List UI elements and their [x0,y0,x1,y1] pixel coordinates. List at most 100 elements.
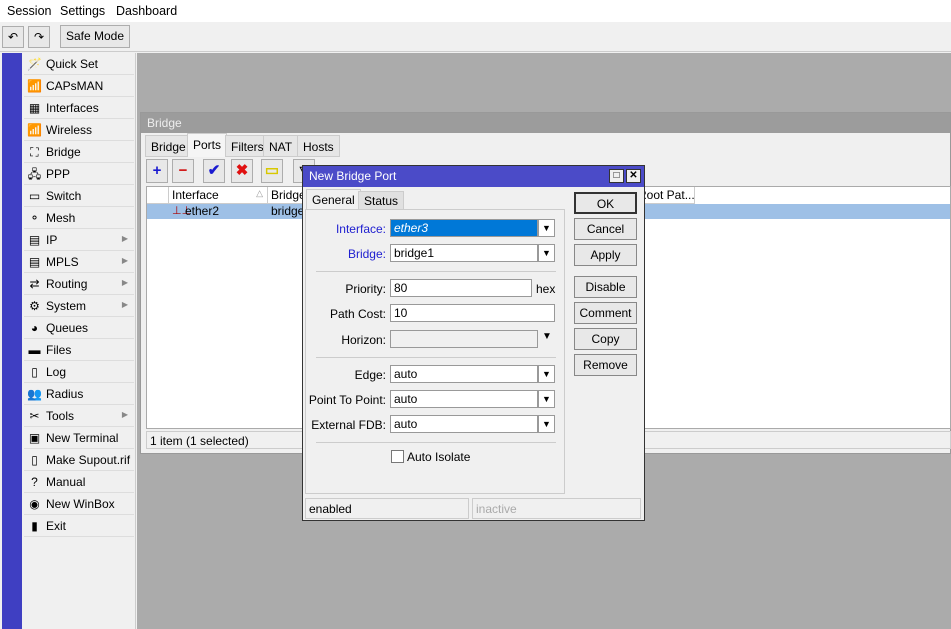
expand-icon[interactable]: ▼ [542,331,552,342]
sidebar-item-bridge[interactable]: ⛶ Bridge [24,141,134,163]
sidebar-item-ppp[interactable]: 🖧 PPP [24,163,134,185]
submenu-arrow-icon: ▶ [121,410,128,419]
sidebar-item-label: Wireless [46,123,93,137]
sidebar-item-wireless[interactable]: 📶 Wireless [24,119,134,141]
menu-dashboard[interactable]: Dashboard [116,4,177,18]
horizon-label: Horizon: [341,333,386,347]
sidebar-item-label: System [46,299,87,313]
sidebar-item-label: MPLS [46,255,79,269]
dropdown-icon[interactable]: ▼ [538,219,555,237]
disable-button[interactable]: Disable [574,276,637,298]
dropdown-icon[interactable]: ▼ [538,244,555,262]
menu-icon: ◕ [30,321,39,335]
remove-button[interactable]: Remove [574,354,637,376]
sidebar-item-mesh[interactable]: ⚬ Mesh [24,207,134,229]
sidebar-item-log[interactable]: ▯ Log [24,361,134,383]
comment-icon[interactable]: ▭ [261,159,283,183]
menu-icon: ▯ [31,365,38,379]
auto-isolate-label[interactable]: Auto Isolate [407,450,470,464]
interface-label[interactable]: Interface: [306,222,386,236]
sidebar-item-label: Mesh [46,211,76,225]
sidebar-item-radius[interactable]: 👥 Radius [24,383,134,405]
sidebar-item-system[interactable]: ⚙ System ▶ [24,295,134,317]
sidebar-item-label: Exit [46,519,67,533]
edge-select[interactable]: auto [390,365,538,383]
redo-icon[interactable]: ↷ [28,26,50,48]
divider [316,357,556,358]
tab-hosts[interactable]: Hosts [297,135,340,157]
sidebar-item-label: Tools [46,409,75,423]
menu-icon: ▤ [28,255,41,269]
menu-icon: ◉ [29,497,40,511]
sidebar-item-label: Routing [46,277,88,291]
interface-select[interactable]: ether3 [390,219,538,237]
ok-button[interactable]: OK [574,192,637,214]
bridge-select[interactable]: bridge1 [390,244,538,262]
menu-session[interactable]: Session [7,4,51,18]
priority-input[interactable]: 80 [390,279,532,297]
p2p-select[interactable]: auto [390,390,538,408]
auto-isolate-checkbox[interactable] [391,450,404,463]
sidebar-item-queues[interactable]: ◕ Queues [24,317,134,339]
edge-label: Edge: [354,368,386,382]
remove-icon[interactable]: − [172,159,194,183]
sidebar-item-new-winbox[interactable]: ◉ New WinBox [24,493,134,515]
column-header-interface[interactable]: Interface △ [169,187,268,204]
sidebar-item-ip[interactable]: ▤ IP ▶ [24,229,134,251]
safe-mode-button[interactable]: Safe Mode [60,25,130,48]
apply-button[interactable]: Apply [574,244,637,266]
sidebar-item-interfaces[interactable]: ▦ Interfaces [24,97,134,119]
sidebar-item-label: Queues [46,321,89,335]
sidebar-item-label: New WinBox [46,497,115,511]
menu-icon: ⚙ [29,299,40,313]
dropdown-icon[interactable]: ▼ [538,390,555,408]
tab-ports[interactable]: Ports [187,133,228,157]
maximize-icon[interactable]: □ [609,169,624,183]
sidebar-item-tools[interactable]: ✂ Tools ▶ [24,405,134,427]
sidebar-item-label: Files [46,343,72,357]
tab-nat[interactable]: NAT [263,135,299,157]
horizon-input[interactable] [390,330,538,348]
sidebar-item-exit[interactable]: ▮ Exit [24,515,134,537]
menu-icon: ▯ [31,453,38,467]
menu-settings[interactable]: Settings [60,4,105,18]
sidebar-item-mpls[interactable]: ▤ MPLS ▶ [24,251,134,273]
copy-button[interactable]: Copy [574,328,637,350]
sidebar-item-switch[interactable]: ▭ Switch [24,185,134,207]
menu-icon: ⇄ [29,277,40,291]
divider [316,271,556,272]
comment-button[interactable]: Comment [574,302,637,324]
header-label: Interface [172,188,219,202]
sidebar-item-routing[interactable]: ⇄ Routing ▶ [24,273,134,295]
sidebar-item-quick-set[interactable]: 🪄 Quick Set [24,53,134,75]
add-icon[interactable]: + [146,159,168,183]
disable-icon[interactable]: ✖ [231,159,253,183]
ext-fdb-select[interactable]: auto [390,415,538,433]
menu-icon: ▬ [28,343,41,357]
column-header[interactable] [147,187,169,204]
tab-status[interactable]: Status [358,191,405,210]
path-cost-input[interactable]: 10 [390,304,555,322]
dropdown-icon[interactable]: ▼ [538,365,555,383]
undo-icon[interactable]: ↶ [2,26,24,48]
close-icon[interactable]: ✕ [626,169,641,183]
dropdown-icon[interactable]: ▼ [538,415,555,433]
tab-general[interactable]: General [306,189,361,210]
cell-interface: ether2 [185,204,220,218]
tab-bridge[interactable]: Bridge [145,135,192,157]
bridge-label[interactable]: Bridge: [306,247,386,261]
sidebar-item-capsman[interactable]: 📶 CAPsMAN [24,75,134,97]
cancel-button[interactable]: Cancel [574,218,637,240]
p2p-label: Point To Point: [308,393,386,407]
sidebar-item-label: IP [46,233,58,247]
sidebar-item-manual[interactable]: ? Manual [24,471,134,493]
sidebar: 🪄 Quick Set 📶 CAPsMAN ▦ Interfaces 📶 Wireless ⛶ B… [22,53,136,629]
sidebar-item-label: Make Supout.rif [46,453,131,467]
sidebar-item-label: CAPsMAN [46,79,104,93]
sidebar-item-new-terminal[interactable]: ▣ New Terminal [24,427,134,449]
dialog-title: New Bridge Port □ ✕ [303,166,644,187]
enable-icon[interactable]: ✔ [203,159,225,183]
sidebar-item-files[interactable]: ▬ Files [24,339,134,361]
menu-icon: 🪄 [27,57,42,71]
sidebar-item-make-supout-rif[interactable]: ▯ Make Supout.rif [24,449,134,471]
